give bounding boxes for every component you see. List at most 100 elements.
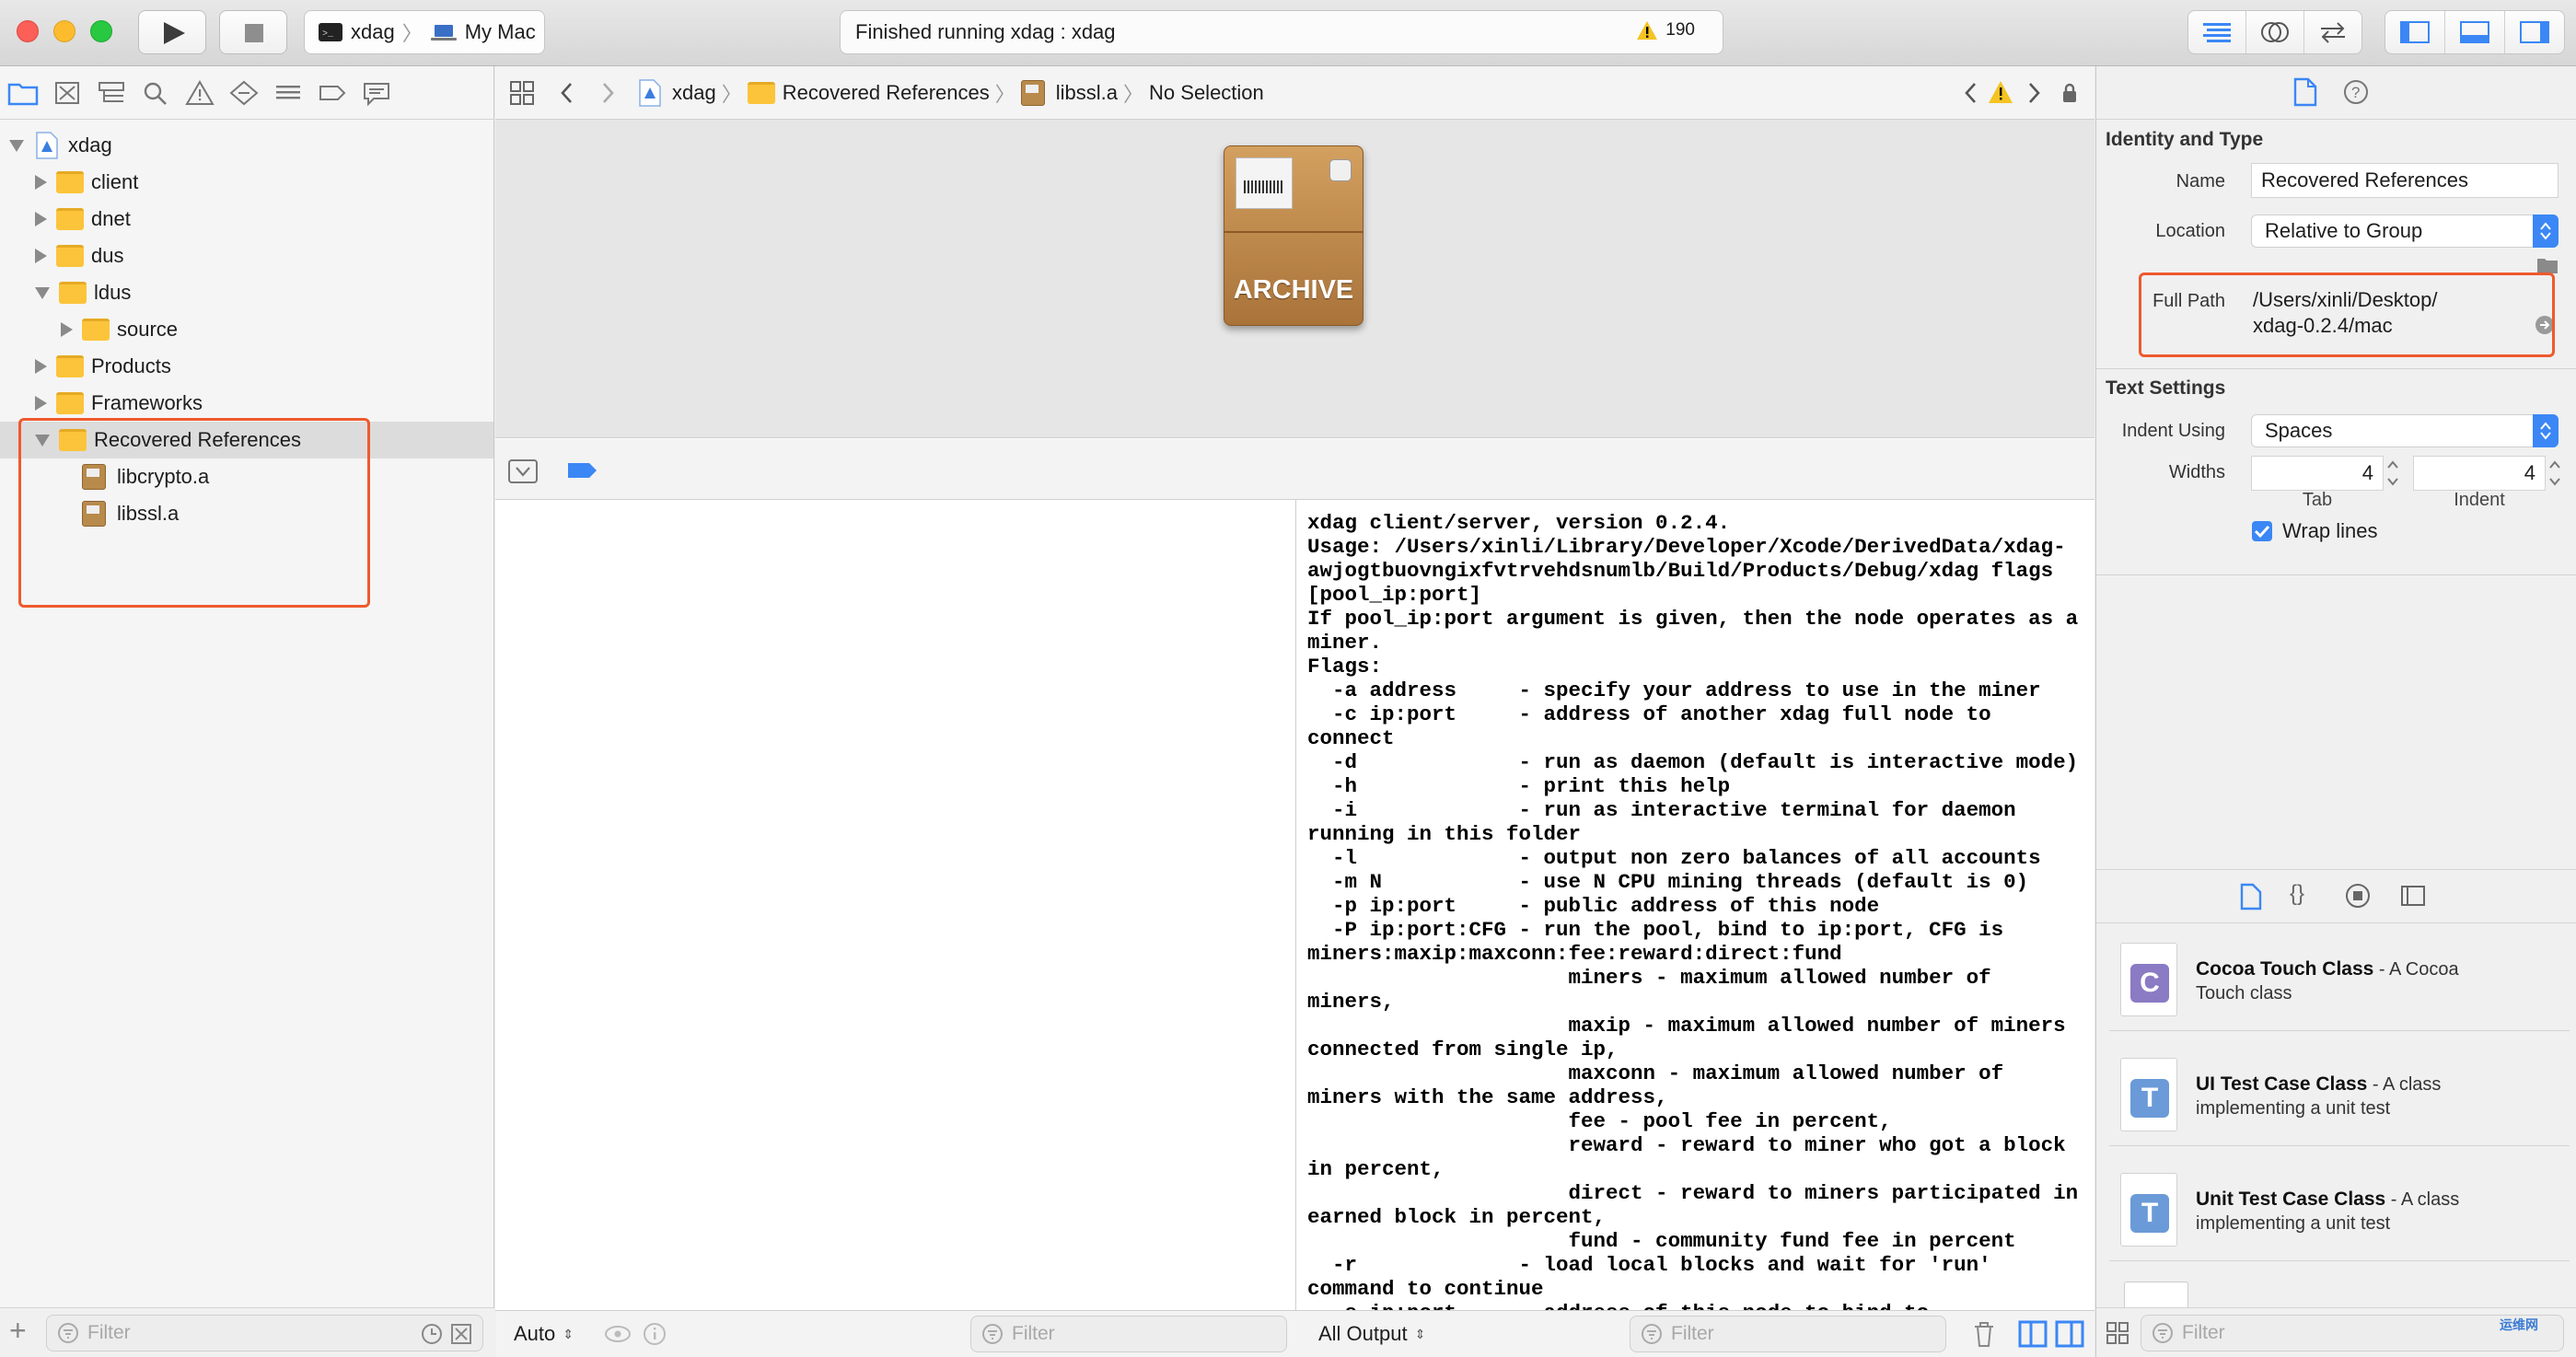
folder-icon[interactable] xyxy=(7,79,39,107)
wrap-lines-checkbox[interactable]: Wrap lines xyxy=(2251,519,2378,543)
minimize-window-button[interactable] xyxy=(53,20,75,42)
forward-chevron-icon[interactable] xyxy=(598,79,617,107)
warning-icon[interactable] xyxy=(1988,80,2013,104)
library-item-title: UI Test Case Class xyxy=(2196,1073,2368,1095)
tree-item-products[interactable]: Products xyxy=(0,348,493,385)
crumb-group[interactable]: Recovered References xyxy=(783,81,990,105)
indent-using-popup[interactable]: Spaces xyxy=(2251,414,2559,447)
indent-caption: Indent xyxy=(2454,490,2505,510)
disclosure-right-icon[interactable] xyxy=(35,359,47,374)
back-chevron-icon[interactable] xyxy=(558,79,576,107)
library-item[interactable]: T UI Test Case Class - A class implementin… xyxy=(2109,1045,2570,1146)
help-icon[interactable]: ? xyxy=(2343,79,2369,105)
add-icon[interactable]: + xyxy=(9,1314,27,1348)
filter-placeholder: Filter xyxy=(1671,1323,1714,1344)
tree-item-label: Products xyxy=(91,354,171,377)
variables-scope-popup[interactable]: Auto ⇕ xyxy=(514,1322,574,1346)
tree-item-frameworks[interactable]: Frameworks xyxy=(0,385,493,422)
object-library-icon[interactable] xyxy=(2345,883,2371,909)
crumb-file[interactable]: libssl.a xyxy=(1056,81,1118,105)
name-field[interactable]: Recovered References xyxy=(2251,163,2559,198)
toggle-navigator-button[interactable] xyxy=(2385,11,2445,53)
disclosure-right-icon[interactable] xyxy=(35,396,47,411)
breakpoint-icon[interactable] xyxy=(317,79,348,107)
lock-icon[interactable] xyxy=(2061,83,2078,103)
media-library-icon[interactable] xyxy=(2400,885,2426,907)
tab-width-stepper-icon[interactable] xyxy=(2385,457,2400,490)
disclosure-right-icon[interactable] xyxy=(61,322,73,337)
console-output[interactable]: xdag client/server, version 0.2.4. Usage… xyxy=(1296,500,2094,1310)
tree-item-xdag[interactable]: xdag xyxy=(0,127,493,164)
library-item[interactable]: T Unit Test Case Class - A class implement… xyxy=(2109,1160,2570,1261)
standard-editor-button[interactable] xyxy=(2188,11,2246,53)
zoom-window-button[interactable] xyxy=(90,20,112,42)
stop-button[interactable] xyxy=(219,10,287,54)
tree-item-ldus[interactable]: ldus xyxy=(0,274,493,311)
previous-issue-icon[interactable] xyxy=(1962,79,1980,107)
activity-status[interactable]: Finished running xdag : xdag 190 xyxy=(840,10,1723,54)
crumb-project[interactable]: xdag xyxy=(672,81,716,105)
hide-debug-area-icon[interactable] xyxy=(508,459,538,483)
file-template-icon[interactable] xyxy=(2240,883,2262,910)
report-bubble-icon[interactable] xyxy=(361,79,392,107)
updown-chevron-icon: ⇕ xyxy=(563,1326,574,1341)
code-snippet-icon[interactable]: {} xyxy=(2290,881,2304,907)
symbol-navigator-icon[interactable] xyxy=(52,79,83,107)
breakpoint-toggle-icon[interactable] xyxy=(567,461,598,480)
variables-filter-field[interactable]: Filter xyxy=(970,1316,1287,1352)
recent-clock-icon[interactable] xyxy=(420,1322,444,1346)
disclosure-down-icon[interactable] xyxy=(9,139,24,152)
indent-width-field[interactable]: 4 xyxy=(2413,456,2546,491)
template-file-icon: C xyxy=(2120,943,2177,1016)
next-issue-icon[interactable] xyxy=(2025,79,2043,107)
tree-item-client[interactable]: client xyxy=(0,164,493,201)
console-filter-field[interactable]: Filter xyxy=(1630,1316,1946,1352)
folder-icon xyxy=(56,355,84,377)
version-editor-button[interactable] xyxy=(2304,11,2361,53)
related-items-grid-icon[interactable] xyxy=(508,79,536,107)
library-item[interactable]: C Cocoa Touch Class - A Cocoa Touch class xyxy=(2109,930,2570,1031)
indent-width-stepper-icon[interactable] xyxy=(2547,457,2562,490)
search-icon[interactable] xyxy=(140,79,171,107)
eye-icon[interactable] xyxy=(604,1324,632,1344)
issue-warning-icon[interactable] xyxy=(184,79,215,107)
assistant-editor-button[interactable] xyxy=(2246,11,2304,53)
debug-list-icon[interactable] xyxy=(273,79,304,107)
scheme-selector[interactable]: >_ xdag 〉 My Mac xyxy=(304,10,545,54)
show-variables-icon[interactable] xyxy=(2018,1320,2048,1348)
navigator-filter-field[interactable]: Filter xyxy=(46,1315,483,1351)
variables-view xyxy=(495,500,1296,1310)
toggle-inspector-button[interactable] xyxy=(2505,11,2564,53)
disclosure-right-icon[interactable] xyxy=(35,249,47,263)
project-file-icon xyxy=(36,132,58,159)
tree-item-dus[interactable]: dus xyxy=(0,238,493,274)
output-type-popup[interactable]: All Output ⇕ xyxy=(1318,1322,1425,1346)
scm-filter-icon[interactable] xyxy=(449,1322,473,1346)
tree-item-dnet[interactable]: dnet xyxy=(0,201,493,238)
filter-icon xyxy=(2152,1323,2173,1343)
grid-view-icon[interactable] xyxy=(2106,1321,2129,1345)
hierarchy-icon[interactable] xyxy=(96,79,127,107)
project-file-icon xyxy=(639,78,661,107)
toggle-debug-area-button[interactable] xyxy=(2445,11,2505,53)
warning-badge[interactable]: 190 xyxy=(1636,20,1695,41)
close-window-button[interactable] xyxy=(17,20,39,42)
show-console-icon[interactable] xyxy=(2055,1320,2084,1348)
run-button[interactable] xyxy=(138,10,206,54)
test-diamond-icon[interactable] xyxy=(228,79,260,107)
tab-width-field[interactable]: 4 xyxy=(2251,456,2384,491)
scheme-name: xdag xyxy=(351,20,395,43)
crumb-selection[interactable]: No Selection xyxy=(1149,81,1264,105)
download-icon xyxy=(1329,159,1352,181)
folder-icon xyxy=(56,171,84,193)
disclosure-right-icon[interactable] xyxy=(35,175,47,190)
disclosure-down-icon[interactable] xyxy=(35,286,50,299)
folder-browse-icon[interactable] xyxy=(2536,256,2559,274)
folder-icon xyxy=(56,245,84,267)
info-icon[interactable] xyxy=(643,1322,667,1346)
disclosure-right-icon[interactable] xyxy=(35,212,47,226)
location-popup[interactable]: Relative to Group xyxy=(2251,215,2559,248)
tree-item-source[interactable]: source xyxy=(0,311,493,348)
file-inspector-icon[interactable] xyxy=(2293,77,2317,107)
trash-icon[interactable] xyxy=(1972,1320,1996,1348)
